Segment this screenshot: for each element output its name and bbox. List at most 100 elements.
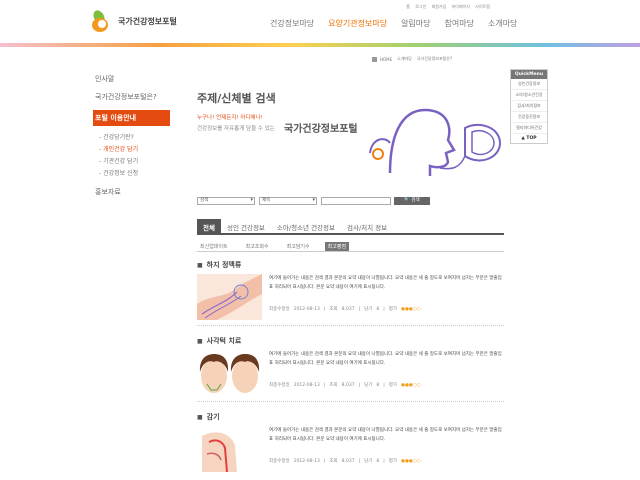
utility-link-home[interactable]: 홈 xyxy=(406,4,410,9)
nav-about[interactable]: 소개마당 xyxy=(488,18,517,29)
saves-label: 담기 xyxy=(364,383,373,388)
tab-exam[interactable]: 검사/처치 정보 xyxy=(341,219,393,233)
list-item: ■ 감기 여기에 들어가는 내용은 검색 결과 본문의 요약 내용이 나열됩니다.… xyxy=(197,412,504,478)
views-label: 조회 xyxy=(329,383,338,388)
article-thumbnail[interactable] xyxy=(197,350,262,396)
views-count: 8,037 xyxy=(341,306,355,312)
article-thumbnail[interactable] xyxy=(197,426,262,472)
search-bar: 검색 제목 🔍 검색 xyxy=(197,197,430,205)
article-summary: 여기에 들어가는 내용은 검색 결과 본문의 요약 내용이 나열됩니다. 요약 … xyxy=(269,276,502,290)
rating-stars: ●●●○○ xyxy=(401,306,421,312)
saves-count: 8 xyxy=(376,306,380,312)
sort-top-rated[interactable]: 최고평점 xyxy=(324,242,350,251)
quick-menu-multimedia[interactable]: 멀티미디어건강 xyxy=(511,123,547,134)
logo-text: 국가건강정보포털 xyxy=(118,16,177,26)
updated-date: 2012-08-13 xyxy=(293,382,320,388)
main-nav: 건강정보마당 요양기관정보마당 알림마당 참여마당 소개마당 xyxy=(270,18,531,29)
nav-notice[interactable]: 알림마당 xyxy=(401,18,430,29)
breadcrumb: HOME 소개마당 국가건강정보포털은? xyxy=(372,56,457,62)
sidebar-item-greeting[interactable]: 인사말 xyxy=(95,74,170,84)
views-count: 8,037 xyxy=(341,458,355,464)
quick-menu-promotion[interactable]: 건강증진정보 xyxy=(511,112,547,123)
search-scope-select[interactable]: 검색 xyxy=(197,197,255,205)
sidebar-subitem-request[interactable]: - 건강정보 신청 xyxy=(99,168,170,177)
sidebar-item-portal-intro[interactable]: 국가건강정보포털은? xyxy=(95,92,170,102)
utility-link-sitemap[interactable]: 사이트맵 xyxy=(475,4,490,9)
quick-menu-exam[interactable]: 검사/처치정보 xyxy=(511,101,547,112)
search-field-select[interactable]: 제목 xyxy=(259,197,317,205)
nav-participation[interactable]: 참여마당 xyxy=(445,18,474,29)
sort-options: 최신업데이트 최고조회수 최고담기수 최고평점 xyxy=(197,242,504,252)
bullet-icon: ■ xyxy=(197,261,203,269)
nav-institution-info[interactable]: 요양기관정보마당 xyxy=(328,18,387,29)
quick-menu: QuickMenu 성인건강정보 소아/청소년건강 검사/처치정보 건강증진정보… xyxy=(510,69,548,144)
views-label: 조회 xyxy=(329,307,338,312)
article-title[interactable]: 감기 xyxy=(207,412,220,422)
saves-label: 담기 xyxy=(364,459,373,464)
views-label: 조회 xyxy=(329,459,338,464)
banner-brand: 국가건강정보포털 xyxy=(284,124,358,135)
sort-most-viewed[interactable]: 최고조회수 xyxy=(243,242,272,251)
banner-tagline: 누구나! 언제든지! 어디에나! xyxy=(197,115,263,121)
breadcrumb-home[interactable]: HOME xyxy=(380,57,392,62)
search-button[interactable]: 🔍 검색 xyxy=(394,197,430,205)
article-summary: 여기에 들어가는 내용은 검색 결과 본문의 요약 내용이 나열됩니다. 요약 … xyxy=(269,352,502,366)
saves-count: 8 xyxy=(376,382,380,388)
utility-link-login[interactable]: 로그인 xyxy=(415,4,426,9)
header-color-stripe xyxy=(0,43,640,47)
utility-link-mypage[interactable]: 마이페이지 xyxy=(452,4,470,9)
search-button-label: 검색 xyxy=(411,198,420,203)
banner-description: 건강정보를 자유롭게 담을 수 있는 xyxy=(197,126,275,132)
quick-menu-title: QuickMenu xyxy=(511,70,547,79)
sort-most-saved[interactable]: 최고담기수 xyxy=(284,242,313,251)
logo-icon xyxy=(91,8,114,32)
tab-adult[interactable]: 성인 건강정보 xyxy=(221,219,271,233)
article-meta: 최종수정일 2012-08-13 | 조회 8,037 | 담기 8 | 평가 … xyxy=(269,382,421,389)
rating-stars: ●●●○○ xyxy=(401,382,421,388)
article-summary: 여기에 들어가는 내용은 검색 결과 본문의 요약 내용이 나열됩니다. 요약 … xyxy=(269,428,502,442)
nav-health-info[interactable]: 건강정보마당 xyxy=(270,18,314,29)
updated-date: 2012-08-13 xyxy=(293,306,320,312)
divider xyxy=(197,401,504,402)
article-meta: 최종수정일 2012-08-13 | 조회 8,037 | 담기 8 | 평가 … xyxy=(269,458,421,465)
article-title[interactable]: 하지 정맥류 xyxy=(207,260,242,270)
sidebar-item-promo[interactable]: 홍보자료 xyxy=(95,187,170,197)
list-item: ■ 사각턱 치료 여기에 들어가는 내용은 검색 결과 본문의 요약 내용이 나열… xyxy=(197,336,504,406)
updated-label: 최종수정일 xyxy=(269,383,290,388)
sidebar-subitem-institution[interactable]: - 기관건강 담기 xyxy=(99,156,170,165)
banner-illustration xyxy=(369,108,502,176)
quick-menu-youth[interactable]: 소아/청소년건강 xyxy=(511,90,547,101)
article-thumbnail[interactable] xyxy=(197,274,262,320)
bullet-icon: ■ xyxy=(197,337,203,345)
search-input[interactable] xyxy=(321,197,391,205)
sidebar-subitem-what[interactable]: - 건강당기란? xyxy=(99,132,170,141)
site-logo[interactable]: 국가건강정보포털 xyxy=(91,8,177,32)
breadcrumb-about[interactable]: 소개마당 xyxy=(397,56,412,62)
bullet-icon: ■ xyxy=(197,413,203,421)
breadcrumb-current: 국가건강정보포털은? xyxy=(416,56,453,61)
rating-label: 평가 xyxy=(388,459,398,464)
sort-latest[interactable]: 최신업데이트 xyxy=(197,242,231,251)
views-count: 8,037 xyxy=(341,382,355,388)
sidebar: 인사말 국가건강정보포털은? 포털 이용안내 - 건강당기란? - 개인건강 담… xyxy=(93,74,170,205)
sidebar-subitem-personal[interactable]: - 개인건강 담기 xyxy=(99,144,170,153)
utility-link-join[interactable]: 회원가입 xyxy=(432,4,447,9)
updated-label: 최종수정일 xyxy=(269,459,290,464)
utility-links: 홈 로그인 회원가입 마이페이지 사이트맵 xyxy=(402,4,490,10)
sidebar-item-usage-guide[interactable]: 포털 이용안내 xyxy=(93,110,170,126)
quick-menu-top-button[interactable]: ▲ TOP xyxy=(511,134,547,143)
category-tabs: 전체 성인 건강정보 소아/청소년 건강정보 검사/처치 정보 xyxy=(197,219,504,235)
rating-stars: ●●●○○ xyxy=(401,458,421,464)
updated-date: 2012-08-13 xyxy=(293,458,320,464)
page-title: 주제/신체별 검색 xyxy=(197,92,276,105)
home-icon xyxy=(372,56,377,62)
saves-count: 8 xyxy=(376,458,380,464)
tab-youth[interactable]: 소아/청소년 건강정보 xyxy=(271,219,341,233)
tab-all[interactable]: 전체 xyxy=(197,219,221,233)
divider xyxy=(197,325,504,326)
quick-menu-adult[interactable]: 성인건강정보 xyxy=(511,79,547,90)
updated-label: 최종수정일 xyxy=(269,307,290,312)
article-title[interactable]: 사각턱 치료 xyxy=(207,336,242,346)
list-item: ■ 하지 정맥류 여기에 들어가는 내용은 검색 결과 본문의 요약 내용이 나열… xyxy=(197,260,504,330)
rating-label: 평가 xyxy=(388,383,398,388)
